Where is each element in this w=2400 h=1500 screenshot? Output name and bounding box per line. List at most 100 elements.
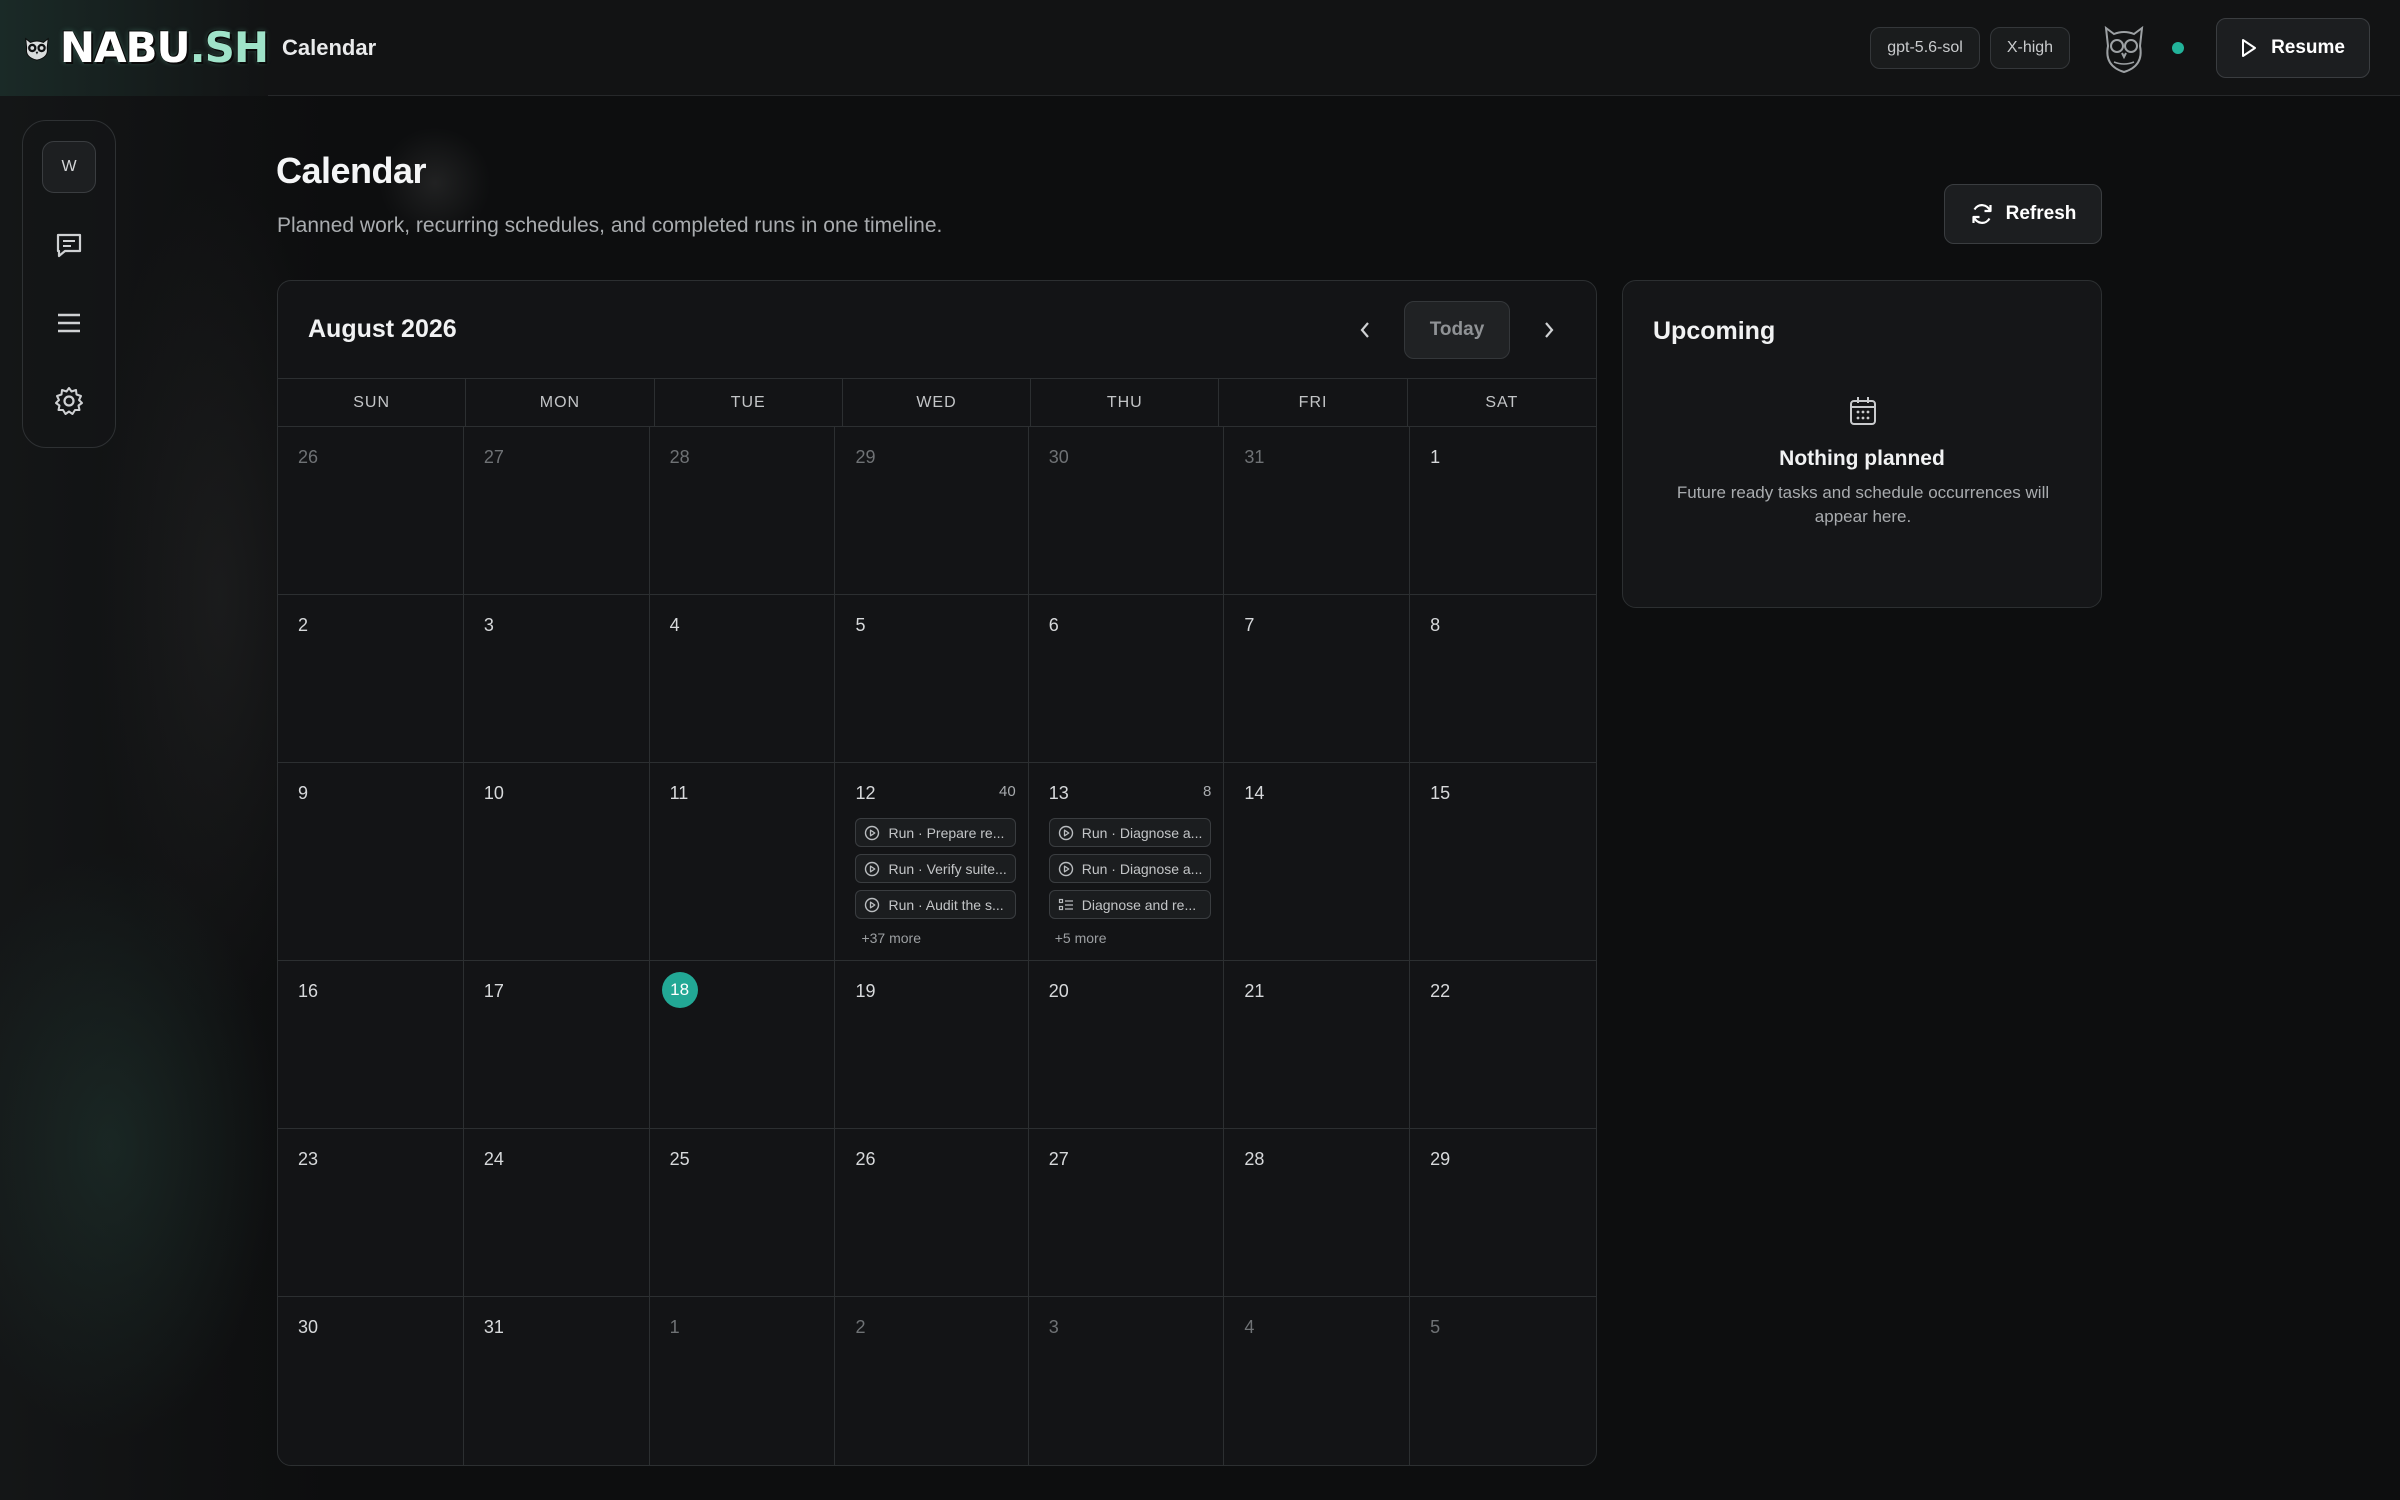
run-icon <box>865 825 880 840</box>
status-indicator <box>2172 41 2185 54</box>
weekday-fri: FRI <box>1219 379 1408 426</box>
day-number: 15 <box>1430 783 1451 803</box>
workspace-button[interactable]: W <box>42 141 96 193</box>
day-cell[interactable]: 20 <box>1028 961 1225 1129</box>
day-cell[interactable]: 30 <box>278 1297 464 1465</box>
day-cell[interactable]: 11 <box>649 763 836 961</box>
day-cell[interactable]: 9 <box>278 763 464 961</box>
refresh-label: Refresh <box>2005 203 2077 224</box>
upcoming-card: Upcoming Nothing planned Future ready ta… <box>1622 280 2102 608</box>
day-number: 26 <box>855 1149 876 1169</box>
day-cell[interactable]: 16 <box>278 961 464 1129</box>
event-chip[interactable]: Run · Verify suite... <box>855 854 1016 883</box>
event-chip[interactable]: Run · Diagnose a... <box>1048 818 1212 847</box>
day-cell[interactable]: 17 <box>463 961 650 1129</box>
event-chip[interactable]: Run · Diagnose a... <box>1048 854 1212 883</box>
next-month-button[interactable] <box>1532 313 1566 347</box>
day-cell[interactable]: 2 <box>835 1297 1029 1465</box>
effort-chip[interactable]: X-high <box>1989 26 2071 69</box>
day-number: 16 <box>298 981 319 1001</box>
day-number: 11 <box>669 783 689 803</box>
page-title: Calendar <box>276 150 427 191</box>
day-cell[interactable]: 12 40 Run · Prepare re... Run · Verify suit… <box>835 763 1029 961</box>
weekday-sat: SAT <box>1485 393 1519 411</box>
more-events-link[interactable]: +37 more <box>855 930 1015 946</box>
day-cell[interactable]: 30 <box>1028 427 1225 595</box>
day-cell[interactable]: 26 <box>835 1129 1029 1297</box>
calendar-icon <box>1850 397 1876 425</box>
day-cell[interactable]: 14 <box>1224 763 1411 961</box>
run-icon <box>865 897 880 912</box>
day-number: 14 <box>1244 783 1265 803</box>
refresh-icon <box>1972 204 1992 224</box>
upcoming-empty-title: Nothing planned <box>1779 447 1945 470</box>
day-number: 30 <box>298 1317 319 1337</box>
day-cell[interactable]: 23 <box>278 1129 464 1297</box>
resume-button[interactable]: Resume <box>2216 17 2370 78</box>
day-cell[interactable]: 5 <box>1410 1297 1596 1465</box>
owl-logo-icon <box>25 37 49 61</box>
day-cell[interactable]: 3 <box>1029 1297 1225 1465</box>
day-number: 29 <box>855 447 876 467</box>
day-cell[interactable]: 15 <box>1410 763 1596 961</box>
refresh-button[interactable]: Refresh <box>1944 184 2102 244</box>
day-cell[interactable]: 28 <box>649 427 836 595</box>
day-cell[interactable]: 21 <box>1224 961 1411 1129</box>
day-cell[interactable]: 7 <box>1224 595 1411 763</box>
day-cell[interactable]: 19 <box>835 961 1029 1129</box>
day-cell[interactable]: 10 <box>463 763 650 961</box>
day-number: 5 <box>855 615 866 635</box>
day-cell[interactable]: 31 <box>464 1297 650 1465</box>
event-label: Run · Diagnose a... <box>1081 824 1203 841</box>
event-chip[interactable]: Run · Prepare re... <box>855 818 1016 847</box>
day-cell[interactable]: 31 <box>1224 427 1411 595</box>
day-cell[interactable]: 13 8 Run · Diagnose a... Run · Diagnose a..… <box>1028 763 1225 961</box>
today-button[interactable]: Today <box>1404 300 1510 359</box>
more-events-link[interactable]: +5 more <box>1049 930 1212 946</box>
day-cell[interactable]: 24 <box>463 1129 650 1297</box>
day-cell[interactable]: 5 <box>835 595 1029 763</box>
top-bar: NABU.SH Calendar gpt-5.6-sol X-high Resu… <box>0 0 2400 96</box>
prev-month-button[interactable] <box>1348 313 1382 347</box>
settings-button[interactable] <box>42 375 96 427</box>
day-cell[interactable]: 22 <box>1410 961 1596 1129</box>
model-chip[interactable]: gpt-5.6-sol <box>1870 26 1980 69</box>
chat-button[interactable] <box>42 219 96 271</box>
event-chip[interactable]: Diagnose and re... <box>1048 890 1212 919</box>
day-cell[interactable]: 18 <box>649 961 836 1129</box>
agent-avatar-icon[interactable] <box>2100 20 2148 76</box>
day-cell[interactable]: 28 <box>1224 1129 1411 1297</box>
day-cell[interactable]: 1 <box>650 1297 836 1465</box>
app-logo[interactable]: NABU.SH <box>0 0 269 96</box>
day-number: 21 <box>1244 981 1265 1001</box>
upcoming-empty-description: Future ready tasks and schedule occurren… <box>1676 483 2050 526</box>
today-day-number: 18 <box>661 972 698 1008</box>
day-number: 30 <box>1048 447 1069 467</box>
day-cell[interactable]: 25 <box>649 1129 836 1297</box>
day-cell[interactable]: 4 <box>649 595 836 763</box>
day-cell[interactable]: 2 <box>278 595 464 763</box>
day-cell[interactable]: 4 <box>1224 1297 1411 1465</box>
weekday-sun: SUN <box>278 379 467 426</box>
day-cell[interactable]: 29 <box>835 427 1029 595</box>
day-number: 3 <box>1048 1317 1059 1337</box>
day-cell[interactable]: 6 <box>1028 595 1225 763</box>
event-label: Run · Prepare re... <box>888 824 1005 841</box>
day-cell[interactable]: 27 <box>463 427 650 595</box>
day-cell[interactable]: 3 <box>463 595 650 763</box>
day-number: 9 <box>298 783 309 803</box>
gear-icon <box>55 387 83 415</box>
day-number: 6 <box>1048 615 1059 635</box>
day-cell[interactable]: 27 <box>1028 1129 1225 1297</box>
event-chip[interactable]: Run · Audit the s... <box>855 890 1016 919</box>
resume-label: Resume <box>2271 36 2345 58</box>
day-number: 13 <box>1048 783 1069 803</box>
day-cell[interactable]: 1 <box>1410 427 1596 595</box>
logo-wordmark: NABU.SH <box>59 23 269 72</box>
day-cell[interactable]: 8 <box>1410 595 1596 763</box>
day-cell[interactable]: 26 <box>278 427 464 595</box>
day-number: 12 <box>855 783 876 803</box>
day-number: 31 <box>483 1317 504 1337</box>
menu-button[interactable] <box>42 297 96 349</box>
day-cell[interactable]: 29 <box>1410 1129 1596 1297</box>
